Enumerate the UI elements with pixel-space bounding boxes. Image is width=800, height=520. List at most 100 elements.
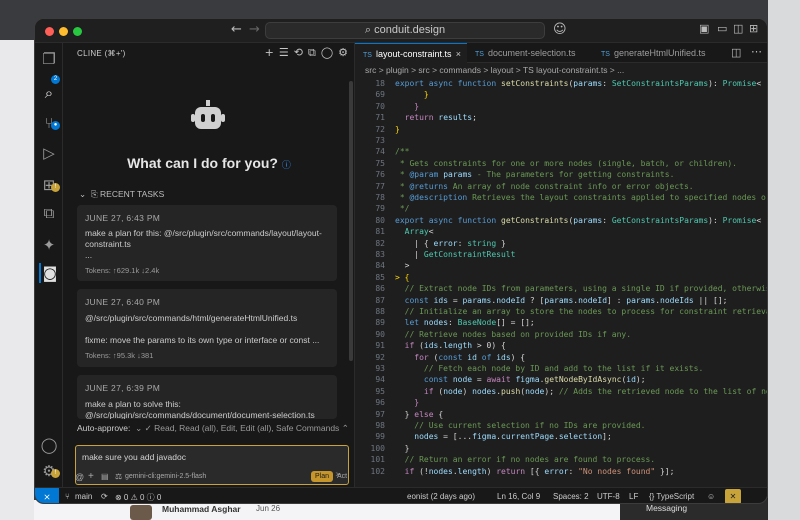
mention-icon[interactable]: @ bbox=[75, 472, 84, 482]
code-line[interactable]: 95 if (node) nodes.push(node); // Adds t… bbox=[355, 386, 767, 397]
zoom-window-button[interactable] bbox=[73, 27, 82, 36]
code-line[interactable]: 97 } else { bbox=[355, 409, 767, 420]
plan-mode-toggle[interactable]: Plan bbox=[311, 471, 334, 482]
code-line[interactable]: 76 * @param params - The parameters for … bbox=[355, 169, 767, 180]
code-line[interactable]: 91 if (ids.length > 0) { bbox=[355, 340, 767, 351]
typescript-icon: TS bbox=[363, 52, 372, 59]
split-editor-icon[interactable]: ◫ bbox=[731, 46, 741, 59]
remote-explorer-icon[interactable]: ⧉ bbox=[39, 203, 59, 223]
forward-arrow-icon[interactable]: → bbox=[249, 22, 260, 37]
problems-counter[interactable]: ⊗ 0 ⚠ 0 ⓘ 0 bbox=[115, 492, 161, 503]
tab-generate-html-unified[interactable]: TS generateHtmlUnified.ts bbox=[593, 43, 723, 63]
mcp-servers-icon[interactable]: ☰ bbox=[279, 46, 289, 59]
git-blame[interactable]: eonist (2 days ago) bbox=[407, 492, 475, 501]
code-line[interactable]: 69 } bbox=[355, 89, 767, 100]
code-line[interactable]: 70 } bbox=[355, 101, 767, 112]
code-editor[interactable]: 18 export async function setConstraints(p… bbox=[355, 78, 767, 487]
code-line[interactable]: 90 // Retrieve nodes based on provided I… bbox=[355, 329, 767, 340]
task-card[interactable]: JUNE 27, 6:43 PM make a plan for this: @… bbox=[77, 205, 337, 281]
line-ending[interactable]: LF bbox=[629, 492, 638, 501]
close-window-button[interactable] bbox=[45, 27, 54, 36]
avatar[interactable] bbox=[130, 505, 152, 520]
recent-tasks-header[interactable]: ⌄ ⎘ RECENT TASKS bbox=[79, 189, 164, 200]
welcome-heading: What can I do for you? ⓘ bbox=[63, 155, 355, 171]
code-line[interactable]: 92 for (const id of ids) { bbox=[355, 352, 767, 363]
code-line[interactable]: 101 // Return an error if no nodes are f… bbox=[355, 454, 767, 465]
tab-layout-constraint[interactable]: TS layout-constraint.ts × bbox=[355, 43, 467, 63]
close-icon[interactable]: × bbox=[456, 44, 461, 64]
code-line[interactable]: 81 Array< bbox=[355, 226, 767, 237]
more-actions-icon[interactable]: ⋯ bbox=[751, 45, 762, 58]
explorer-icon[interactable]: ❐ bbox=[39, 49, 59, 69]
popout-icon[interactable]: ⧉ bbox=[308, 46, 316, 59]
code-line[interactable]: 74 /** bbox=[355, 146, 767, 157]
act-mode-toggle[interactable]: Act bbox=[337, 471, 347, 482]
code-line[interactable]: 87 const ids = params.nodeId ? [params.n… bbox=[355, 295, 767, 306]
code-line[interactable]: 98 // Use current selection if no IDs ar… bbox=[355, 420, 767, 431]
welcome-heading-text: What can I do for you? bbox=[127, 155, 278, 171]
account-icon[interactable]: ◯ bbox=[321, 46, 333, 59]
code-line[interactable]: 82 | { error: string } bbox=[355, 238, 767, 249]
tab-document-selection[interactable]: TS document-selection.ts bbox=[467, 43, 591, 63]
rules-icon[interactable]: ⚖ bbox=[115, 472, 122, 481]
code-line[interactable]: 99 nodes = [...figma.currentPage.selecti… bbox=[355, 431, 767, 442]
language-mode[interactable]: {} TypeScript bbox=[649, 492, 694, 501]
code-line[interactable]: 94 const node = await figma.getNodeByIdA… bbox=[355, 374, 767, 385]
copilot-status-icon[interactable]: ☺ bbox=[707, 492, 715, 501]
image-icon[interactable]: ▤ bbox=[101, 472, 109, 481]
cursor-position[interactable]: Ln 16, Col 9 bbox=[497, 492, 540, 501]
code-line[interactable]: 86 // Extract node IDs from parameters, … bbox=[355, 283, 767, 294]
gemini-icon[interactable]: ✦ bbox=[39, 235, 59, 255]
copilot-icon[interactable]: ☺ bbox=[553, 22, 567, 37]
code-line[interactable]: 89 let nodes: BaseNode[] = []; bbox=[355, 317, 767, 328]
code-line[interactable]: 85 > { bbox=[355, 272, 767, 283]
code-text: * @returns An array of node constraint i… bbox=[395, 181, 694, 191]
auto-approve-bar[interactable]: Auto-approve: ⌄ ✓ Read, Read (all), Edit… bbox=[77, 423, 349, 434]
code-line[interactable]: 78 * @description Retrieves the layout c… bbox=[355, 192, 767, 203]
remote-indicator-icon[interactable]: ⨯ bbox=[35, 488, 59, 503]
history-icon[interactable]: ⟲ bbox=[294, 46, 303, 59]
code-line[interactable]: 102 if (!nodes.length) return [{ error: … bbox=[355, 466, 767, 477]
layout-sidebar-left-icon[interactable]: ▣ bbox=[699, 22, 709, 35]
notifications-icon[interactable]: ✕ bbox=[725, 489, 741, 503]
code-line[interactable]: 83 | GetConstraintResult bbox=[355, 249, 767, 260]
code-line[interactable]: 93 // Fetch each node by ID and add to t… bbox=[355, 363, 767, 374]
add-context-icon[interactable]: + bbox=[88, 471, 94, 482]
code-line[interactable]: 75 * Gets constraints for one or more no… bbox=[355, 158, 767, 169]
cline-icon[interactable]: ◙ bbox=[39, 263, 59, 283]
layout-panel-icon[interactable]: ▭ bbox=[717, 22, 727, 35]
new-task-icon[interactable]: + bbox=[265, 46, 274, 59]
model-selector[interactable]: gemini-cli:gemini-2.5-flash bbox=[125, 473, 206, 480]
code-line[interactable]: 80 export async function getConstraints(p… bbox=[355, 215, 767, 226]
panel-scrollbar[interactable] bbox=[349, 81, 353, 361]
indentation[interactable]: Spaces: 2 bbox=[553, 492, 589, 501]
code-line[interactable]: 84 > bbox=[355, 260, 767, 271]
code-line[interactable]: 100 } bbox=[355, 443, 767, 454]
code-line[interactable]: 71 return results; bbox=[355, 112, 767, 123]
account-icon[interactable]: ◯ bbox=[39, 435, 59, 455]
code-line[interactable]: 96 } bbox=[355, 397, 767, 408]
search-icon[interactable]: ⌕ bbox=[39, 83, 59, 103]
code-line[interactable]: 88 // Initialize an array to store the n… bbox=[355, 306, 767, 317]
command-center-search[interactable]: ⌕ conduit.design bbox=[265, 22, 545, 39]
run-debug-icon[interactable]: ▷ bbox=[39, 143, 59, 163]
code-line[interactable]: 18 export async function setConstraints(p… bbox=[355, 78, 767, 89]
minimize-window-button[interactable] bbox=[59, 27, 68, 36]
code-line[interactable]: 73 bbox=[355, 135, 767, 146]
breadcrumb[interactable]: src > plugin > src > commands > layout >… bbox=[365, 65, 624, 75]
code-line[interactable]: 79 */ bbox=[355, 203, 767, 214]
info-icon[interactable]: ⓘ bbox=[282, 160, 291, 170]
layout-sidebar-right-icon[interactable]: ◫ bbox=[733, 22, 743, 35]
task-card[interactable]: JUNE 27, 6:40 PM @/src/plugin/src/comman… bbox=[77, 289, 337, 367]
task-card[interactable]: JUNE 27, 6:39 PM make a plan to solve th… bbox=[77, 375, 337, 419]
code-line[interactable]: 72} bbox=[355, 124, 767, 135]
branch-name[interactable]: main bbox=[75, 492, 92, 501]
back-arrow-icon[interactable]: ← bbox=[231, 22, 242, 37]
settings-gear-icon[interactable]: ⚙ bbox=[338, 46, 348, 59]
sync-icon[interactable]: ⟳ bbox=[101, 492, 108, 501]
customize-layout-icon[interactable]: ⊞ bbox=[749, 22, 758, 35]
encoding[interactable]: UTF-8 bbox=[597, 492, 620, 501]
code-line[interactable]: 77 * @returns An array of node constrain… bbox=[355, 181, 767, 192]
code-text: * @param params - The parameters for get… bbox=[395, 170, 675, 180]
line-number: 89 bbox=[375, 318, 385, 328]
